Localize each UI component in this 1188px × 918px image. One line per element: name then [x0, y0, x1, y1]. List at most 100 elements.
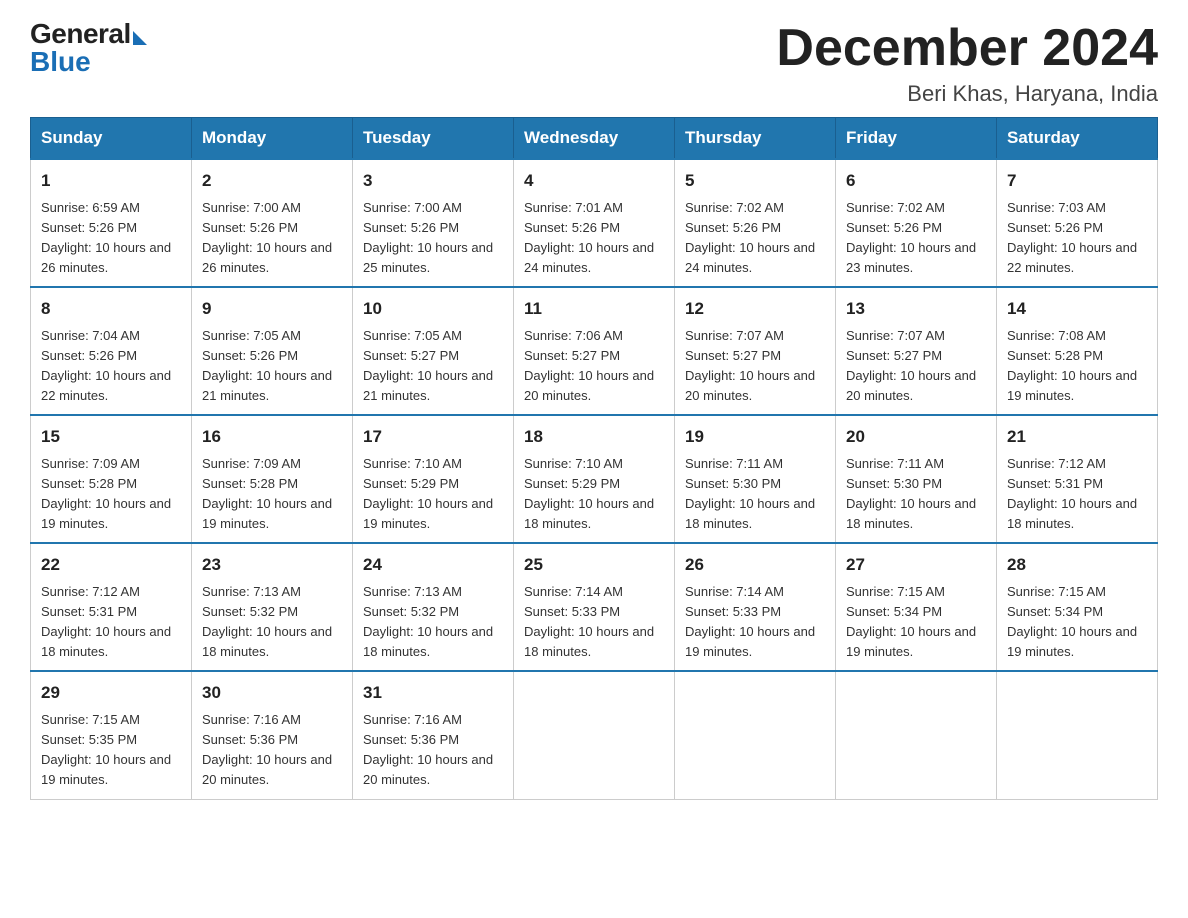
day-number: 26 — [685, 552, 825, 578]
day-number: 25 — [524, 552, 664, 578]
day-number: 4 — [524, 168, 664, 194]
day-number: 27 — [846, 552, 986, 578]
col-saturday: Saturday — [997, 118, 1158, 160]
day-cell: 22 Sunrise: 7:12 AMSunset: 5:31 PMDayligh… — [31, 543, 192, 671]
day-cell: 25 Sunrise: 7:14 AMSunset: 5:33 PMDayligh… — [514, 543, 675, 671]
day-info: Sunrise: 7:11 AMSunset: 5:30 PMDaylight:… — [846, 454, 986, 535]
day-number: 17 — [363, 424, 503, 450]
day-cell: 23Sunrise: 7:13 AMSunset: 5:32 PMDayligh… — [192, 543, 353, 671]
day-cell: 5 Sunrise: 7:02 AMSunset: 5:26 PMDaylight… — [675, 159, 836, 287]
logo-general-text: General — [30, 20, 131, 48]
day-cell: 18 Sunrise: 7:10 AMSunset: 5:29 PMDayligh… — [514, 415, 675, 543]
day-info: Sunrise: 7:15 AMSunset: 5:34 PMDaylight:… — [1007, 582, 1147, 663]
day-cell: 12Sunrise: 7:07 AMSunset: 5:27 PMDayligh… — [675, 287, 836, 415]
day-number: 28 — [1007, 552, 1147, 578]
day-info: Sunrise: 7:09 AMSunset: 5:28 PMDaylight:… — [41, 454, 181, 535]
day-info: Sunrise: 7:12 AMSunset: 5:31 PMDaylight:… — [1007, 454, 1147, 535]
title-block: December 2024 Beri Khas, Haryana, India — [776, 20, 1158, 107]
day-cell: 28 Sunrise: 7:15 AMSunset: 5:34 PMDayligh… — [997, 543, 1158, 671]
day-cell — [675, 671, 836, 799]
day-info: Sunrise: 7:02 AMSunset: 5:26 PMDaylight:… — [685, 198, 825, 279]
logo-blue-text: Blue — [30, 48, 147, 76]
day-number: 1 — [41, 168, 181, 194]
day-cell: 31 Sunrise: 7:16 AMSunset: 5:36 PMDayligh… — [353, 671, 514, 799]
day-info: Sunrise: 7:15 AMSunset: 5:34 PMDaylight:… — [846, 582, 986, 663]
day-cell: 21 Sunrise: 7:12 AMSunset: 5:31 PMDayligh… — [997, 415, 1158, 543]
day-info: Sunrise: 7:08 AMSunset: 5:28 PMDaylight:… — [1007, 326, 1147, 407]
day-cell: 17 Sunrise: 7:10 AMSunset: 5:29 PMDayligh… — [353, 415, 514, 543]
day-info: Sunrise: 7:03 AMSunset: 5:26 PMDaylight:… — [1007, 198, 1147, 279]
col-thursday: Thursday — [675, 118, 836, 160]
day-cell: 30Sunrise: 7:16 AMSunset: 5:36 PMDayligh… — [192, 671, 353, 799]
day-number: 13 — [846, 296, 986, 322]
calendar-header-row: Sunday Monday Tuesday Wednesday Thursday… — [31, 118, 1158, 160]
day-info: Sunrise: 7:00 AMSunset: 5:26 PMDaylight:… — [202, 198, 342, 279]
day-cell: 13 Sunrise: 7:07 AMSunset: 5:27 PMDayligh… — [836, 287, 997, 415]
day-info: Sunrise: 7:04 AMSunset: 5:26 PMDaylight:… — [41, 326, 181, 407]
col-sunday: Sunday — [31, 118, 192, 160]
day-info: Sunrise: 7:09 AMSunset: 5:28 PMDaylight:… — [202, 454, 342, 535]
day-cell — [836, 671, 997, 799]
day-info: Sunrise: 7:02 AMSunset: 5:26 PMDaylight:… — [846, 198, 986, 279]
day-cell: 27 Sunrise: 7:15 AMSunset: 5:34 PMDayligh… — [836, 543, 997, 671]
day-info: Sunrise: 7:15 AMSunset: 5:35 PMDaylight:… — [41, 710, 181, 791]
day-info: Sunrise: 7:05 AMSunset: 5:26 PMDaylight:… — [202, 326, 342, 407]
day-cell: 3 Sunrise: 7:00 AMSunset: 5:26 PMDaylight… — [353, 159, 514, 287]
day-info: Sunrise: 7:16 AMSunset: 5:36 PMDaylight:… — [363, 710, 503, 791]
day-number: 7 — [1007, 168, 1147, 194]
day-number: 19 — [685, 424, 825, 450]
day-cell: 1 Sunrise: 6:59 AMSunset: 5:26 PMDaylight… — [31, 159, 192, 287]
day-cell: 9 Sunrise: 7:05 AMSunset: 5:26 PMDaylight… — [192, 287, 353, 415]
week-row-1: 1 Sunrise: 6:59 AMSunset: 5:26 PMDaylight… — [31, 159, 1158, 287]
day-number: 5 — [685, 168, 825, 194]
day-number: 20 — [846, 424, 986, 450]
col-wednesday: Wednesday — [514, 118, 675, 160]
day-cell: 8Sunrise: 7:04 AMSunset: 5:26 PMDaylight… — [31, 287, 192, 415]
week-row-4: 22 Sunrise: 7:12 AMSunset: 5:31 PMDayligh… — [31, 543, 1158, 671]
day-info: Sunrise: 7:10 AMSunset: 5:29 PMDaylight:… — [363, 454, 503, 535]
day-cell: 15 Sunrise: 7:09 AMSunset: 5:28 PMDayligh… — [31, 415, 192, 543]
col-tuesday: Tuesday — [353, 118, 514, 160]
day-number: 31 — [363, 680, 503, 706]
day-info: Sunrise: 6:59 AMSunset: 5:26 PMDaylight:… — [41, 198, 181, 279]
day-number: 18 — [524, 424, 664, 450]
day-number: 11 — [524, 296, 664, 322]
day-number: 15 — [41, 424, 181, 450]
week-row-3: 15 Sunrise: 7:09 AMSunset: 5:28 PMDayligh… — [31, 415, 1158, 543]
col-friday: Friday — [836, 118, 997, 160]
main-title: December 2024 — [776, 20, 1158, 77]
col-monday: Monday — [192, 118, 353, 160]
day-info: Sunrise: 7:00 AMSunset: 5:26 PMDaylight:… — [363, 198, 503, 279]
day-info: Sunrise: 7:12 AMSunset: 5:31 PMDaylight:… — [41, 582, 181, 663]
day-info: Sunrise: 7:14 AMSunset: 5:33 PMDaylight:… — [685, 582, 825, 663]
day-info: Sunrise: 7:10 AMSunset: 5:29 PMDaylight:… — [524, 454, 664, 535]
logo: General Blue — [30, 20, 147, 76]
day-cell: 4 Sunrise: 7:01 AMSunset: 5:26 PMDaylight… — [514, 159, 675, 287]
day-number: 6 — [846, 168, 986, 194]
day-cell: 24Sunrise: 7:13 AMSunset: 5:32 PMDayligh… — [353, 543, 514, 671]
day-cell — [997, 671, 1158, 799]
day-number: 3 — [363, 168, 503, 194]
day-number: 9 — [202, 296, 342, 322]
day-number: 30 — [202, 680, 342, 706]
day-number: 16 — [202, 424, 342, 450]
day-number: 12 — [685, 296, 825, 322]
day-info: Sunrise: 7:07 AMSunset: 5:27 PMDaylight:… — [846, 326, 986, 407]
day-cell — [514, 671, 675, 799]
day-number: 29 — [41, 680, 181, 706]
day-info: Sunrise: 7:06 AMSunset: 5:27 PMDaylight:… — [524, 326, 664, 407]
day-info: Sunrise: 7:14 AMSunset: 5:33 PMDaylight:… — [524, 582, 664, 663]
day-cell: 14Sunrise: 7:08 AMSunset: 5:28 PMDayligh… — [997, 287, 1158, 415]
day-info: Sunrise: 7:01 AMSunset: 5:26 PMDaylight:… — [524, 198, 664, 279]
day-cell: 19 Sunrise: 7:11 AMSunset: 5:30 PMDayligh… — [675, 415, 836, 543]
day-cell: 6 Sunrise: 7:02 AMSunset: 5:26 PMDaylight… — [836, 159, 997, 287]
day-number: 22 — [41, 552, 181, 578]
page-header: General Blue December 2024 Beri Khas, Ha… — [30, 20, 1158, 107]
day-number: 21 — [1007, 424, 1147, 450]
day-number: 24 — [363, 552, 503, 578]
week-row-2: 8Sunrise: 7:04 AMSunset: 5:26 PMDaylight… — [31, 287, 1158, 415]
day-cell: 20 Sunrise: 7:11 AMSunset: 5:30 PMDayligh… — [836, 415, 997, 543]
day-cell: 26 Sunrise: 7:14 AMSunset: 5:33 PMDayligh… — [675, 543, 836, 671]
day-info: Sunrise: 7:11 AMSunset: 5:30 PMDaylight:… — [685, 454, 825, 535]
day-cell: 11 Sunrise: 7:06 AMSunset: 5:27 PMDayligh… — [514, 287, 675, 415]
